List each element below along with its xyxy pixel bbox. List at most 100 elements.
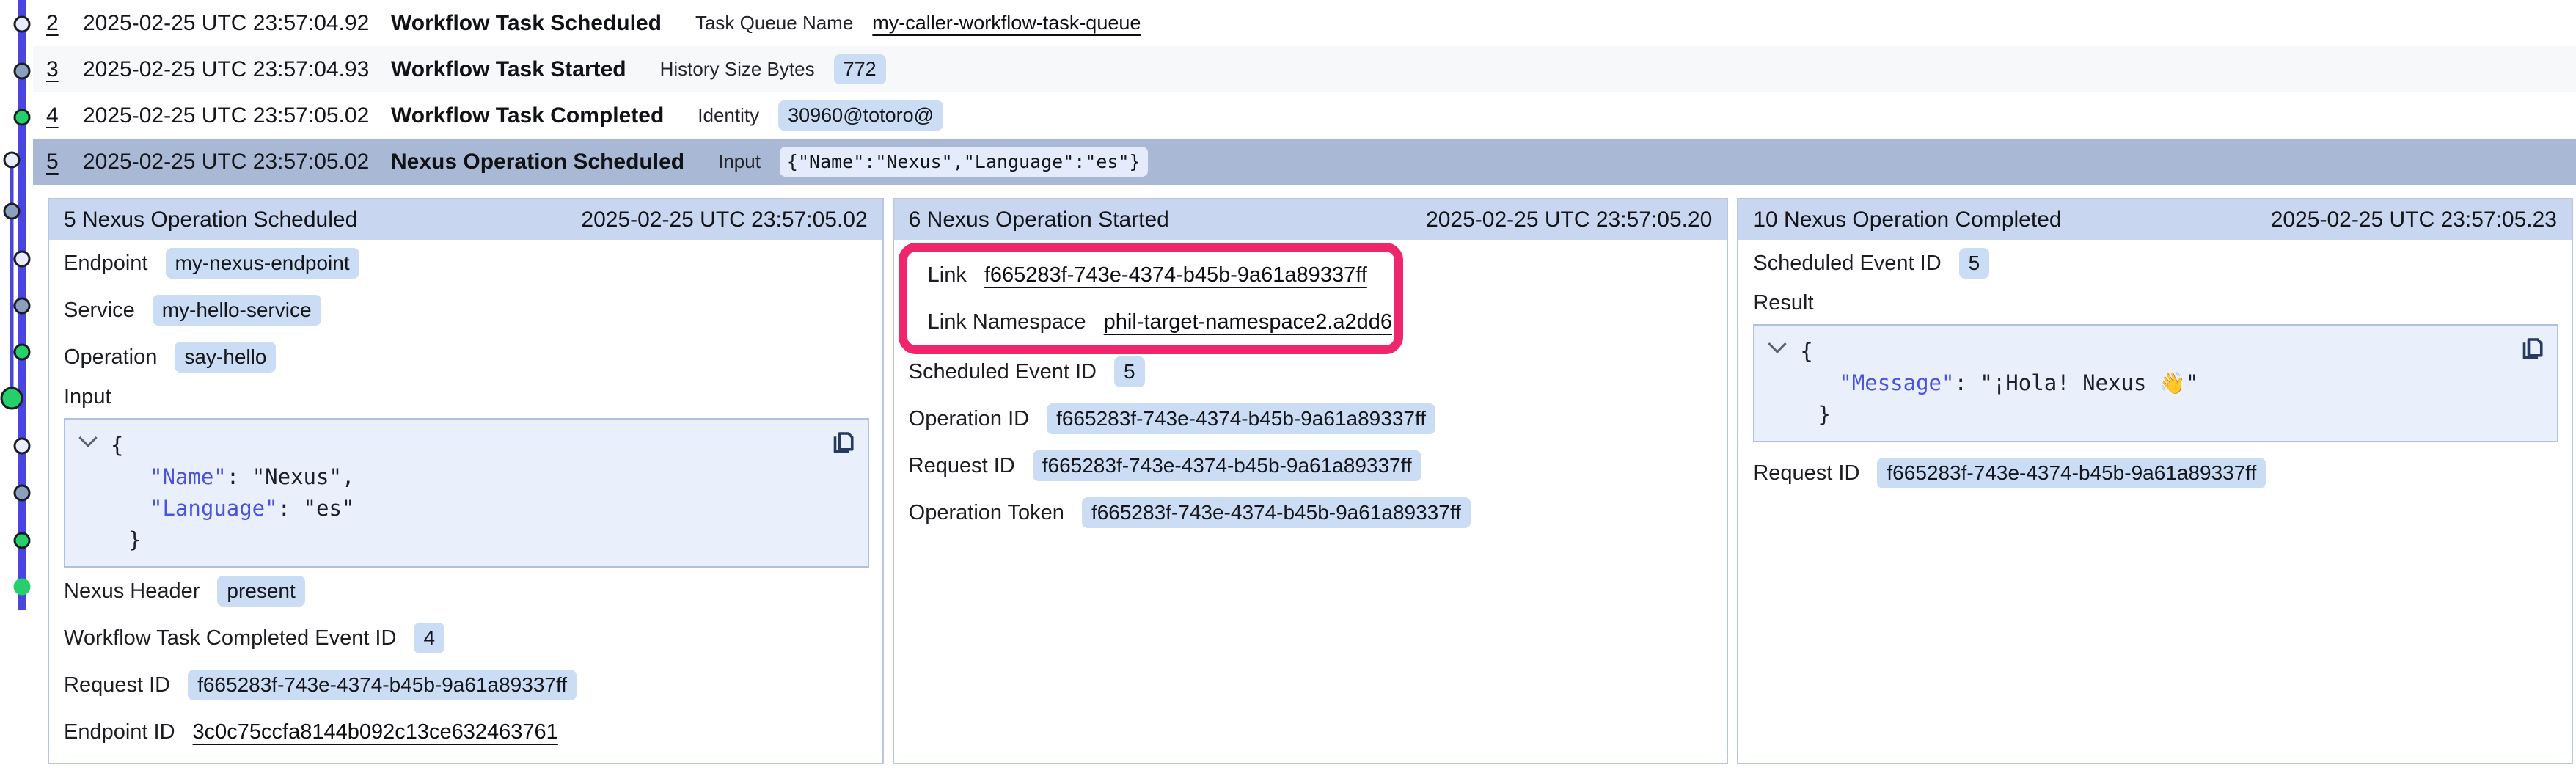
panel-title: 10 Nexus Operation Completed — [1753, 208, 2061, 232]
detail-field-row: Scheduled Event ID5 — [1753, 240, 2558, 287]
event-name: Workflow Task Started — [391, 57, 626, 82]
json-token: "es" — [304, 496, 355, 521]
timeline-event-dot — [15, 439, 29, 453]
json-token: : — [227, 464, 252, 489]
event-attribute-label: History Size Bytes — [660, 58, 815, 81]
field-badge: f665283f-743e-4374-b45b-9a61a89337ff — [188, 670, 577, 700]
json-token: "Name" — [150, 464, 227, 489]
event-attribute-link[interactable]: my-caller-workflow-task-queue — [872, 12, 1141, 34]
panel-body: Link f665283f-743e-4374-b45b-9a61a89337ff… — [894, 243, 1727, 536]
timeline-event-dot — [15, 298, 29, 313]
field-label: Nexus Header — [64, 579, 200, 604]
copy-button[interactable] — [2519, 334, 2545, 362]
event-name: Workflow Task Completed — [391, 103, 664, 128]
field-label: Input — [64, 381, 869, 414]
timeline-event-dot — [15, 17, 29, 32]
event-history-row[interactable]: 2 2025-02-25 UTC 23:57:04.92 Workflow Task… — [33, 0, 2576, 46]
field-link[interactable]: phil-target-namespace2.a2dd6 — [1104, 310, 1392, 334]
json-line: { — [1769, 336, 2542, 367]
event-id-link[interactable]: 5 — [46, 150, 62, 175]
event-attribute-badge: {"Name":"Nexus","Language":"es"} — [780, 147, 1148, 177]
panel-timestamp: 2025-02-25 UTC 23:57:05.02 — [581, 208, 867, 232]
detail-field-row: Request IDf665283f-743e-4374-b45b-9a61a8… — [1753, 450, 2558, 497]
detail-field-row: Link Namespace phil-target-namespace2.a2d… — [928, 298, 1394, 345]
panel-title: 5 Nexus Operation Scheduled — [64, 208, 357, 232]
field-badge: f665283f-743e-4374-b45b-9a61a89337ff — [1082, 497, 1471, 528]
panel-header: 6 Nexus Operation Started2025-02-25 UTC … — [894, 199, 1727, 240]
event-detail-panel: 10 Nexus Operation Completed2025-02-25 U… — [1737, 198, 2573, 764]
event-id-link[interactable]: 4 — [46, 103, 62, 128]
panel-header: 5 Nexus Operation Scheduled 2025-02-25 UT… — [49, 199, 882, 240]
timeline-event-dot — [15, 345, 29, 359]
event-detail-panel: 5 Nexus Operation Scheduled 2025-02-25 UT… — [48, 198, 884, 764]
field-label: Link — [928, 263, 967, 287]
timeline-event-dot — [4, 153, 19, 167]
timeline-event-dot — [15, 252, 29, 266]
json-token: "¡Hola! Nexus 👋" — [1980, 370, 2198, 395]
field-label: Operation ID — [909, 407, 1029, 431]
field-label: Request ID — [1753, 461, 1859, 486]
field-label: Request ID — [64, 673, 170, 697]
event-attribute-label: Task Queue Name — [695, 12, 853, 34]
event-attribute: Identity30960@totoro@ — [698, 100, 943, 131]
json-line: { — [80, 430, 853, 461]
json-token: } — [1818, 402, 1830, 427]
event-timestamp: 2025-02-25 UTC 23:57:04.92 — [83, 11, 370, 36]
detail-field-row: Workflow Task Completed Event ID4 — [64, 615, 869, 662]
event-timestamp: 2025-02-25 UTC 23:57:04.93 — [83, 57, 370, 82]
timeline-event-dot — [15, 64, 29, 78]
field-label: Scheduled Event ID — [909, 360, 1097, 384]
field-badge: f665283f-743e-4374-b45b-9a61a89337ff — [1047, 403, 1435, 434]
field-badge: 5 — [1114, 356, 1145, 387]
field-label: Link Namespace — [928, 310, 1086, 334]
field-badge: present — [217, 576, 304, 607]
event-history-row[interactable]: 52025-02-25 UTC 23:57:05.02Nexus Operati… — [33, 139, 2576, 185]
timeline-event-dot — [15, 110, 29, 125]
timeline-event-dot — [15, 579, 29, 594]
event-id-link[interactable]: 3 — [46, 57, 62, 82]
event-timestamp: 2025-02-25 UTC 23:57:05.02 — [83, 150, 370, 175]
event-id-link[interactable]: 2 — [46, 11, 62, 36]
detail-field-row: Operationsay-hello — [64, 334, 869, 381]
field-label: Service — [64, 298, 135, 323]
json-line: "Message": "¡Hola! Nexus 👋" — [1769, 367, 2542, 399]
timeline-event-dot — [15, 533, 29, 548]
field-badge: my-hello-service — [153, 295, 321, 326]
json-token: : — [1954, 370, 1980, 395]
detail-field-row: Endpoint ID3c0c75ccfa8144b092c13ce632463… — [64, 708, 869, 755]
json-token: } — [128, 527, 141, 552]
field-badge: 5 — [1959, 248, 1990, 279]
event-detail-panel: 6 Nexus Operation Started2025-02-25 UTC … — [893, 198, 1729, 764]
detail-field-row: Link f665283f-743e-4374-b45b-9a61a89337ff — [928, 252, 1394, 298]
chevron-down-icon[interactable] — [78, 428, 97, 447]
event-attribute-badge: 772 — [834, 54, 886, 84]
field-badge: 4 — [414, 623, 444, 653]
event-detail-panels: 5 Nexus Operation Scheduled 2025-02-25 UT… — [48, 198, 2573, 764]
field-label: Endpoint — [64, 252, 148, 276]
json-viewer: {"Message": "¡Hola! Nexus 👋"} — [1753, 324, 2558, 442]
panel-title: 6 Nexus Operation Started — [909, 208, 1169, 232]
event-attribute: Input{"Name":"Nexus","Language":"es"} — [718, 147, 1147, 177]
link-highlight-box: Link f665283f-743e-4374-b45b-9a61a89337ff… — [899, 243, 1403, 354]
field-link[interactable]: 3c0c75ccfa8144b092c13ce632463761 — [193, 720, 558, 744]
field-label: Result — [1753, 287, 2558, 320]
json-line: "Language": "es" — [80, 493, 853, 524]
event-history-row[interactable]: 4 2025-02-25 UTC 23:57:05.02 Workflow Task… — [33, 92, 2576, 139]
event-attribute-label: Identity — [698, 104, 759, 127]
field-link[interactable]: f665283f-743e-4374-b45b-9a61a89337ff — [984, 263, 1367, 287]
json-token: "Nexus" — [252, 464, 342, 489]
event-timestamp: 2025-02-25 UTC 23:57:05.02 — [83, 103, 370, 128]
event-name: Workflow Task Scheduled — [391, 11, 662, 36]
panel-header: 10 Nexus Operation Completed2025-02-25 U… — [1738, 199, 2572, 240]
timeline-event-dot — [15, 486, 29, 500]
json-line: } — [80, 524, 853, 556]
field-label: Operation — [64, 345, 157, 370]
timeline-event-dot — [1, 388, 22, 409]
chevron-down-icon[interactable] — [1768, 334, 1787, 353]
panel-body: Scheduled Event ID5Result {"Message": "¡H… — [1738, 240, 2572, 497]
detail-field-row: Endpointmy-nexus-endpoint — [64, 240, 869, 287]
detail-field-row: Operation Tokenf665283f-743e-4374-b45b-9… — [909, 489, 1714, 536]
copy-button[interactable] — [830, 428, 856, 456]
detail-field-row: Operation ID f665283f-743e-4374-b45b-9a61… — [909, 395, 1714, 442]
event-history-row[interactable]: 3 2025-02-25 UTC 23:57:04.93 Workflow Task… — [33, 46, 2576, 92]
